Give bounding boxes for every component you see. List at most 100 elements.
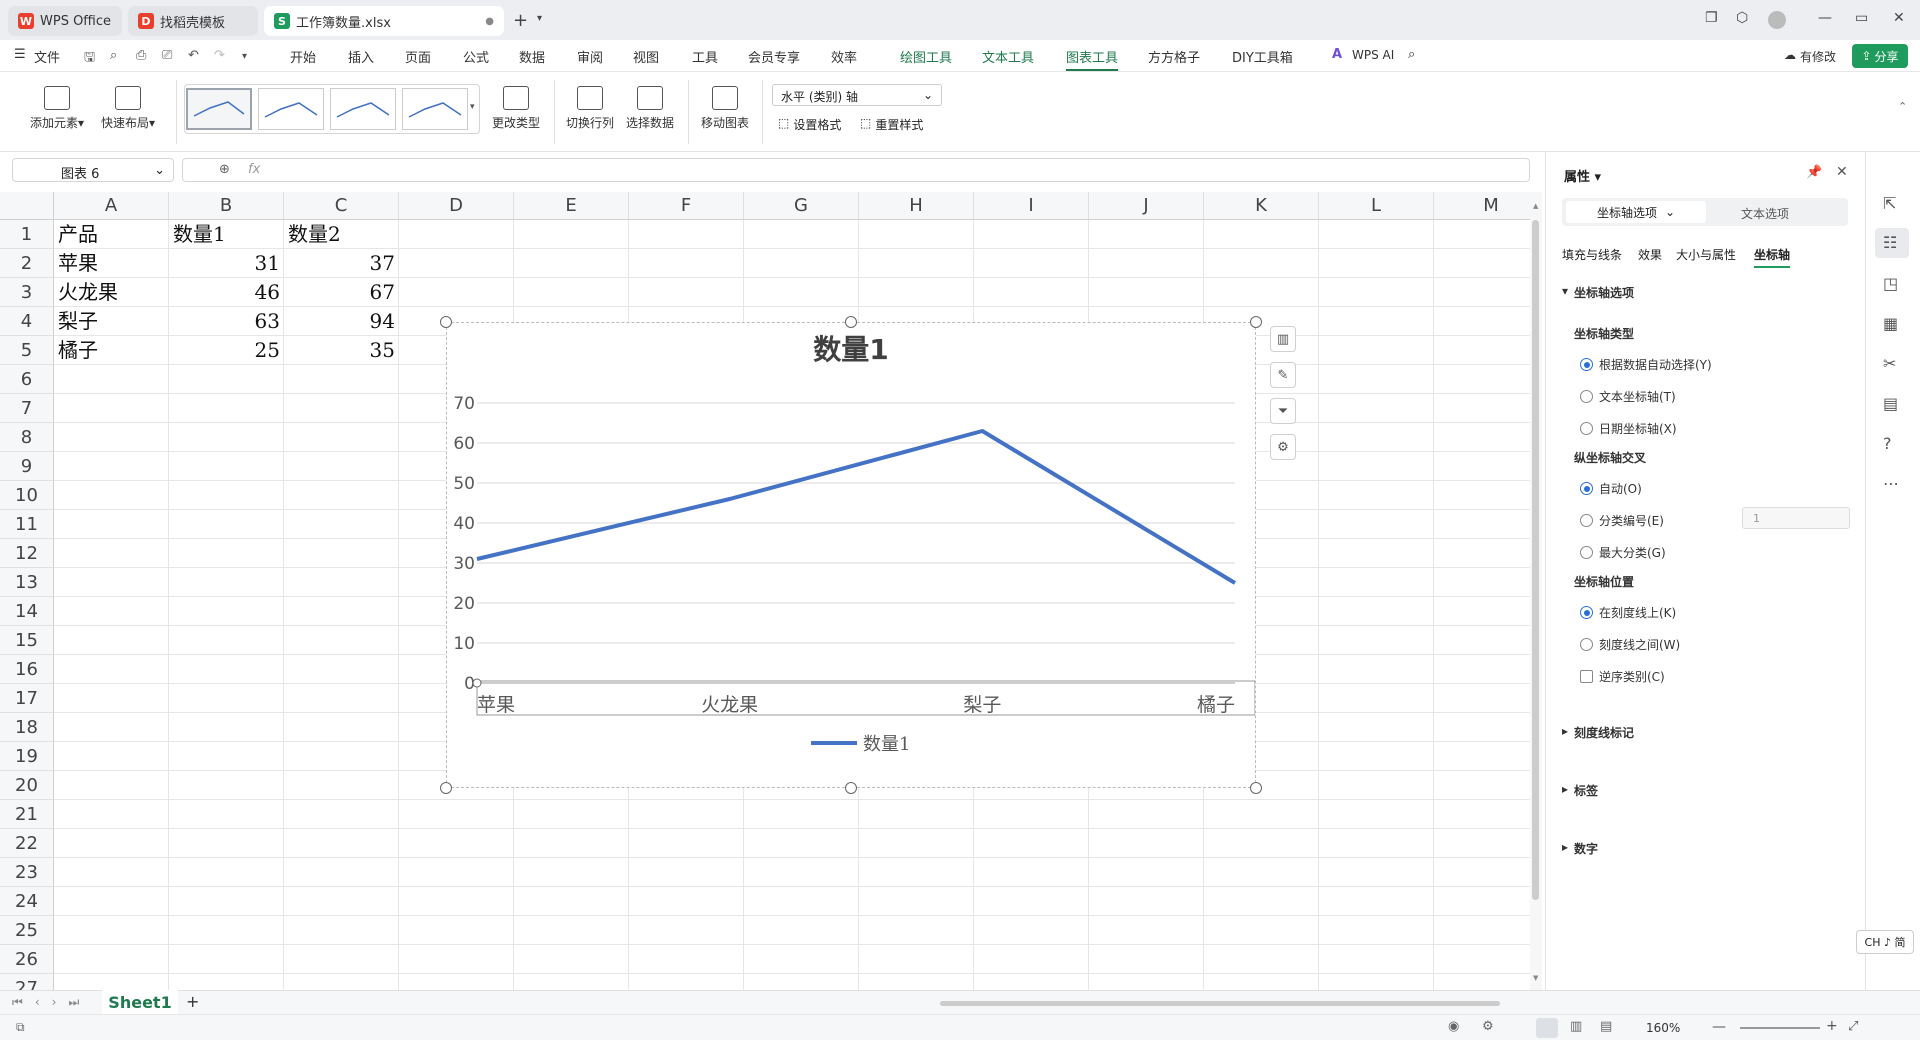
table-cell[interactable]: 苹果 [58, 249, 165, 277]
column-header[interactable]: E [514, 192, 629, 220]
page-layout-view-icon[interactable]: ▥ [1570, 1019, 1582, 1034]
zoom-slider[interactable] [1740, 1027, 1820, 1029]
column-header[interactable]: J [1089, 192, 1204, 220]
subtab-fill-line[interactable]: 填充与线条 [1562, 246, 1622, 263]
minimize-icon[interactable]: — [1818, 10, 1832, 26]
menu-fangfang[interactable]: 方方格子 [1148, 47, 1200, 66]
save-icon[interactable]: 🖫 [84, 48, 95, 70]
position-on-tick-radio[interactable]: 在刻度线上(K) [1580, 604, 1676, 621]
row-header[interactable]: 19 [0, 742, 54, 771]
zoom-formula-icon[interactable]: ⊕ [219, 162, 230, 177]
search-doc-icon[interactable]: ⌕ [110, 48, 117, 63]
sheet-tab-sheet1[interactable]: Sheet1 [102, 990, 178, 1014]
menu-tools[interactable]: 工具 [692, 47, 718, 66]
chart-style-brush-icon[interactable]: ✎ [1270, 362, 1296, 388]
cross-max-radio[interactable]: 最大分类(G) [1580, 544, 1666, 561]
row-header[interactable]: 24 [0, 887, 54, 916]
menu-file[interactable]: 文件 [34, 47, 60, 66]
menu-home[interactable]: 开始 [290, 47, 316, 66]
row-header[interactable]: 12 [0, 539, 54, 568]
share-button[interactable]: ⇪ 分享 [1852, 44, 1908, 68]
tab-docer-templates[interactable]: D 找稻壳模板 [128, 6, 258, 36]
help-icon[interactable]: ? [1883, 434, 1892, 453]
row-header[interactable]: 16 [0, 655, 54, 684]
chart-elements-icon[interactable]: ▥ [1270, 326, 1296, 352]
chart-style-3[interactable] [330, 88, 396, 130]
collapse-ribbon-icon[interactable]: ⌃ [1898, 100, 1907, 113]
tab-workbook[interactable]: S 工作簿数量.xlsx ● [264, 6, 504, 36]
next-sheet-icon[interactable]: › [52, 995, 57, 1010]
last-sheet-icon[interactable]: ⏭ [68, 995, 79, 1010]
axis-element-select[interactable]: 水平 (类别) 轴 ⌄ [772, 84, 942, 106]
row-header[interactable]: 10 [0, 481, 54, 510]
chart-object[interactable]: 数量1 0 10 20 30 40 50 60 70 苹果 火龙果 梨子 橘子 数量1 [446, 322, 1256, 788]
search-icon[interactable]: ⌕ [1408, 47, 1415, 62]
column-header[interactable]: B [169, 192, 284, 220]
row-header[interactable]: 2 [0, 249, 54, 278]
reverse-categories-checkbox[interactable]: 逆序类别(C) [1580, 668, 1665, 685]
menu-member[interactable]: 会员专享 [748, 47, 800, 66]
menu-data[interactable]: 数据 [519, 47, 545, 66]
scroll-down-icon[interactable]: ▼ [1533, 974, 1538, 982]
row-header[interactable]: 3 [0, 278, 54, 307]
row-header[interactable]: 22 [0, 829, 54, 858]
row-header[interactable]: 8 [0, 423, 54, 452]
table-cell[interactable]: 94 [288, 307, 395, 335]
line-chart[interactable]: 数量1010203040506070苹果 火龙果 梨子 橘子数量1 [447, 323, 1256, 787]
switch-rowcol-button[interactable]: 切换行列 [564, 86, 616, 131]
cross-category-radio[interactable]: 分类编号(E) [1580, 512, 1664, 529]
column-header[interactable]: A [54, 192, 169, 220]
scroll-thumb[interactable] [1532, 220, 1539, 900]
row-header[interactable]: 17 [0, 684, 54, 713]
tab-wps-office[interactable]: W WPS Office [8, 6, 122, 36]
fx-icon[interactable]: fx [248, 162, 260, 177]
new-tab-plus-icon[interactable]: + [513, 10, 528, 31]
subtab-size-properties[interactable]: 大小与属性 [1676, 246, 1736, 263]
subtab-axis[interactable]: 坐标轴 [1754, 246, 1791, 268]
tab-list-chevron-icon[interactable]: ▾ [537, 13, 542, 24]
table-cell[interactable]: 46 [173, 278, 280, 306]
row-header[interactable]: 27 [0, 974, 54, 990]
column-header[interactable]: I [974, 192, 1089, 220]
table-cell[interactable]: 63 [173, 307, 280, 335]
position-between-radio[interactable]: 刻度线之间(W) [1580, 636, 1680, 653]
subtab-effects[interactable]: 效果 [1638, 246, 1662, 263]
add-element-button[interactable]: 添加元素▾ [28, 86, 86, 131]
chart-icon[interactable]: ▦ [1883, 314, 1898, 333]
chart-filter-icon[interactable]: ⏷ [1270, 398, 1296, 424]
row-header[interactable]: 18 [0, 713, 54, 742]
panel-title[interactable]: 属性 ▾ [1564, 166, 1601, 185]
quick-access-chevron-icon[interactable]: ▾ [242, 51, 247, 62]
resize-handle-sw[interactable] [440, 782, 452, 794]
select-all-corner[interactable] [0, 192, 54, 220]
select-pointer-icon[interactable]: ⇱ [1883, 194, 1896, 213]
row-header[interactable]: 13 [0, 568, 54, 597]
print-icon[interactable]: ⎙ [136, 48, 146, 63]
zoom-out-icon[interactable]: — [1712, 1019, 1726, 1035]
reset-style-button[interactable]: ⬚ 重置样式 [860, 116, 923, 133]
row-header[interactable]: 7 [0, 394, 54, 423]
gallery-expand-icon[interactable]: ▾ [470, 102, 475, 112]
table-cell[interactable]: 35 [288, 336, 395, 364]
cube-icon[interactable]: ⬡ [1736, 10, 1748, 26]
more-icon[interactable]: ⋯ [1883, 474, 1899, 493]
row-header[interactable]: 14 [0, 597, 54, 626]
column-header[interactable]: G [744, 192, 859, 220]
resize-handle-nw[interactable] [440, 316, 452, 328]
avatar[interactable] [1768, 11, 1786, 29]
row-header[interactable]: 23 [0, 858, 54, 887]
resize-handle-s[interactable] [845, 782, 857, 794]
table-cell[interactable]: 数量2 [288, 220, 395, 248]
close-icon[interactable]: ✕ [1893, 10, 1905, 26]
row-header[interactable]: 20 [0, 771, 54, 800]
undo-icon[interactable]: ↶ [188, 48, 199, 63]
tab-axis-options[interactable]: 坐标轴选项 ⌄ [1566, 201, 1706, 223]
settings-icon[interactable]: ⚙ [1482, 1019, 1494, 1034]
ime-indicator[interactable]: CH ♪ 简 [1856, 930, 1914, 954]
scroll-up-icon[interactable]: ▲ [1533, 202, 1538, 210]
menu-chart-tools[interactable]: 图表工具 [1066, 47, 1119, 71]
formula-input[interactable]: ⊕ fx [182, 158, 1530, 182]
section-tick-marks[interactable]: ▸ 刻度线标记 [1562, 724, 1634, 741]
restore-layout-icon[interactable]: ❐ [1705, 10, 1718, 26]
menu-text-tools[interactable]: 文本工具 [982, 47, 1034, 66]
